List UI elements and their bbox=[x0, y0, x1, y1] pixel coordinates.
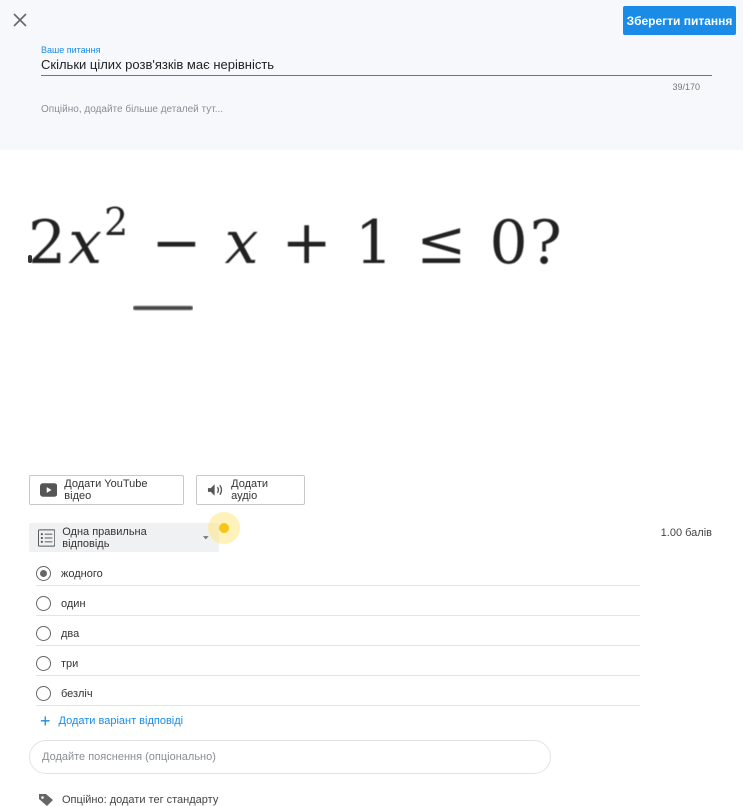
plus-icon: + bbox=[40, 711, 51, 731]
save-question-button[interactable]: Зберегти питання bbox=[623, 6, 736, 35]
youtube-icon bbox=[40, 483, 58, 497]
formula-cropped-line bbox=[133, 300, 193, 314]
explanation-input[interactable] bbox=[29, 740, 551, 774]
answer-option-2[interactable]: один bbox=[36, 592, 640, 616]
formula-minus: − bbox=[130, 208, 225, 278]
add-youtube-label: Додати YouTube відео bbox=[64, 478, 148, 502]
answer-option-4[interactable]: три bbox=[36, 652, 640, 676]
points-value[interactable]: 1.00 балів bbox=[612, 527, 712, 539]
tag-icon bbox=[39, 794, 53, 806]
tag-label: Опційно: додати тег стандарту bbox=[62, 794, 219, 806]
formula-coefficient: 2 bbox=[28, 208, 69, 278]
details-input[interactable] bbox=[41, 104, 712, 115]
answer-option-label: два bbox=[61, 627, 80, 640]
radio-button[interactable] bbox=[36, 686, 51, 701]
answer-option-3[interactable]: два bbox=[36, 622, 640, 646]
radio-button[interactable] bbox=[36, 626, 51, 641]
answer-type-select[interactable]: Одна правильна відповідь bbox=[29, 523, 219, 552]
character-counter: 39/170 bbox=[672, 82, 700, 92]
answer-option-1[interactable]: жодного bbox=[36, 562, 640, 586]
answer-option-label: безліч bbox=[61, 687, 93, 700]
radio-button[interactable] bbox=[36, 656, 51, 671]
question-image: 2x2 − x + 1 ≤ 0? bbox=[28, 160, 728, 450]
list-icon bbox=[38, 528, 56, 547]
add-answer-label: Додати варіант відповіді bbox=[58, 715, 184, 727]
add-standard-tag-button[interactable]: Опційно: додати тег стандарту bbox=[38, 793, 218, 806]
speaker-icon bbox=[207, 484, 223, 496]
radio-button[interactable] bbox=[36, 566, 51, 581]
cursor-highlight bbox=[208, 512, 240, 544]
close-icon[interactable] bbox=[10, 10, 30, 30]
formula-text: 2x2 − x + 1 ≤ 0? bbox=[28, 200, 564, 278]
answer-option-label: жодного bbox=[61, 567, 103, 580]
formula-variable-2: x bbox=[224, 208, 261, 278]
add-youtube-button[interactable]: Додати YouTube відео bbox=[29, 475, 184, 505]
formula-variable: x bbox=[68, 208, 105, 278]
question-editor-panel: Зберегти питання Ваше питання 39/170 bbox=[0, 0, 743, 150]
formula-exponent: 2 bbox=[104, 200, 131, 244]
add-answer-button[interactable]: + Додати варіант відповіді bbox=[40, 711, 184, 731]
answer-option-label: один bbox=[61, 597, 86, 610]
formula-tail: + 1 ≤ 0? bbox=[260, 208, 564, 278]
question-input[interactable] bbox=[41, 55, 712, 76]
add-audio-label: Додати аудіо bbox=[231, 478, 269, 502]
answer-option-label: три bbox=[61, 657, 79, 670]
add-audio-button[interactable]: Додати аудіо bbox=[196, 475, 305, 505]
answer-option-5[interactable]: безліч bbox=[36, 682, 640, 706]
answer-type-value: Одна правильна відповідь bbox=[62, 525, 147, 550]
question-label: Ваше питання bbox=[41, 45, 101, 55]
radio-button[interactable] bbox=[36, 596, 51, 611]
